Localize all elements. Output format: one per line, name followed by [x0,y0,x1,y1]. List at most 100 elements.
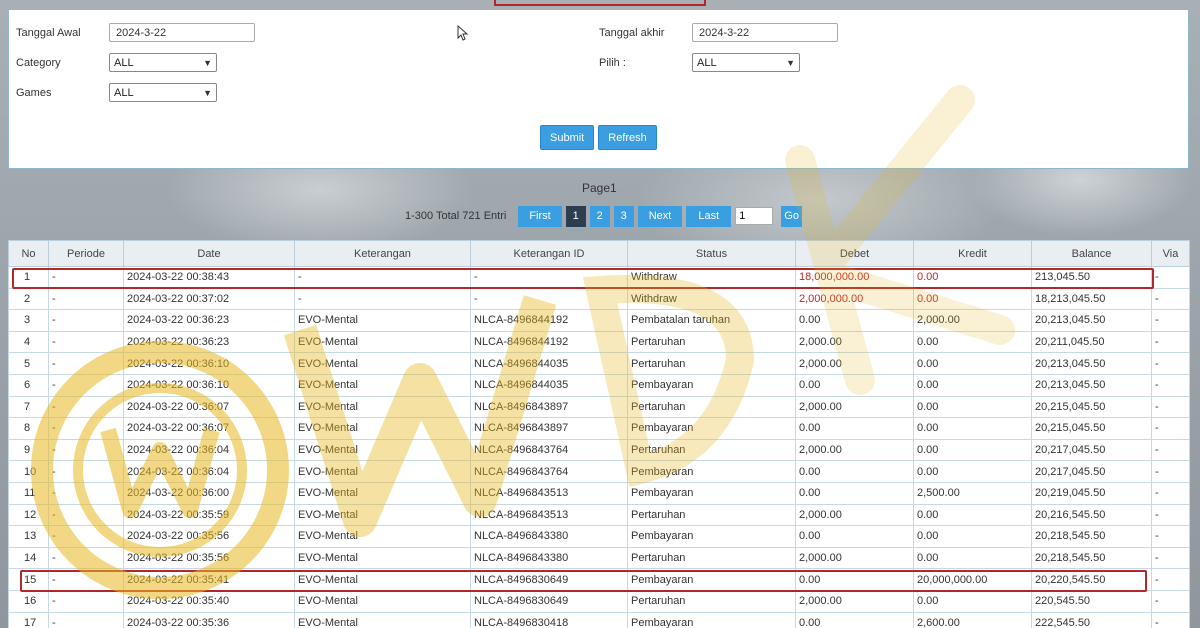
cell-keterangan: EVO-Mental [294,417,471,440]
page-2-button[interactable]: 2 [589,205,610,227]
cell-periode: - [48,481,124,505]
page-jump-input[interactable] [735,207,774,225]
cell-debet: 0.00 [795,568,914,591]
cell-periode: - [48,503,124,527]
chevron-down-icon: ▼ [786,57,795,68]
cell-via: - [1151,589,1190,613]
next-page-button[interactable]: Next [637,205,683,227]
cell-no: 2 [8,287,49,311]
cell-balance: 20,213,045.50 [1031,309,1152,332]
submit-button[interactable]: Submit [540,125,595,150]
table-row: 3-2024-03-22 00:36:23 EVO-Mental NLCA-8496… [8,309,1190,332]
cell-keterangan-id: NLCA-8496844192 [470,330,628,354]
cell-keterangan: EVO-Mental [294,438,471,462]
chevron-down-icon: ▼ [203,87,212,98]
cell-no: 7 [8,395,49,419]
cell-kredit: 0.00 [913,546,1032,570]
cell-kredit: 0.00 [913,417,1032,440]
table-row: 1-2024-03-22 00:38:43- - Withdraw 18,000,00… [8,266,1190,289]
cell-keterangan: EVO-Mental [294,525,471,548]
cell-date: 2024-03-22 00:35:59 [123,503,295,527]
tanggal-awal-input[interactable] [109,23,255,42]
cell-periode: - [48,438,124,462]
last-page-button[interactable]: Last [686,205,732,227]
go-button[interactable]: Go [781,205,803,227]
pagination-bar: 1-300 Total 721 Entri First 1 2 3 Next L… [405,205,803,227]
table-row: 2-2024-03-22 00:37:02- - Withdraw 2,000,000… [8,287,1190,311]
cell-date: 2024-03-22 00:35:56 [123,546,295,570]
cell-date: 2024-03-22 00:36:23 [123,330,295,354]
category-select[interactable]: ALL ▼ [109,53,217,72]
cell-no: 13 [8,525,49,548]
cell-kredit: 0.00 [913,373,1032,397]
table-row: 5-2024-03-22 00:36:10 EVO-Mental NLCA-8496… [8,352,1190,375]
cell-date: 2024-03-22 00:35:41 [123,568,295,591]
cell-periode: - [48,352,124,375]
page-3-button[interactable]: 3 [613,205,634,227]
cell-keterangan: EVO-Mental [294,611,471,628]
cell-periode: - [48,568,124,591]
page-1-button[interactable]: 1 [565,205,586,227]
cell-keterangan-id: NLCA-8496844035 [470,373,628,397]
cell-status: Pertaruhan [627,503,796,527]
category-select-value: ALL [114,56,134,69]
cell-status: Withdraw [627,287,796,311]
cell-status: Pertaruhan [627,352,796,375]
cell-balance: 20,215,045.50 [1031,395,1152,419]
cell-date: 2024-03-22 00:36:07 [123,417,295,440]
top-highlight-box [494,0,706,6]
cell-keterangan-id: NLCA-8496830649 [470,589,628,613]
chevron-down-icon: ▼ [203,57,212,68]
games-select[interactable]: ALL ▼ [109,83,217,102]
cell-kredit: 2,600.00 [913,611,1032,628]
cell-balance: 20,218,545.50 [1031,525,1152,548]
cell-via: - [1151,546,1190,570]
cell-keterangan-id: NLCA-8496830418 [470,611,628,628]
cell-debet: 2,000.00 [795,503,914,527]
cell-keterangan: EVO-Mental [294,352,471,375]
table-row: 8-2024-03-22 00:36:07 EVO-Mental NLCA-8496… [8,417,1190,440]
cell-debet: 2,000.00 [795,352,914,375]
col-header: Keterangan ID [470,240,628,267]
cell-balance: 20,218,545.50 [1031,546,1152,570]
cell-via: - [1151,330,1190,354]
cell-keterangan-id: NLCA-8496843380 [470,525,628,548]
cell-status: Pertaruhan [627,330,796,354]
cell-balance: 20,216,545.50 [1031,503,1152,527]
category-row: Category ALL ▼ [16,53,217,72]
cell-no: 17 [8,611,49,628]
cell-balance: 20,211,045.50 [1031,330,1152,354]
col-header: Date [123,240,295,267]
category-label: Category [16,56,61,69]
tanggal-akhir-label: Tanggal akhir [599,26,665,39]
cell-no: 15 [8,568,49,591]
col-header: Debet [795,240,914,267]
cell-keterangan-id: - [470,266,628,289]
first-page-button[interactable]: First [518,205,562,227]
page-label: Page1 [582,181,617,195]
cell-status: Pembatalan taruhan [627,309,796,332]
pilih-row: Pilih : ALL ▼ [599,53,800,72]
cell-via: - [1151,373,1190,397]
cell-keterangan-id: NLCA-8496843380 [470,546,628,570]
cell-balance: 20,217,045.50 [1031,460,1152,483]
cell-keterangan-id: - [470,287,628,311]
table-row: 13-2024-03-22 00:35:56 EVO-Mental NLCA-849… [8,525,1190,548]
cell-via: - [1151,352,1190,375]
pilih-label: Pilih : [599,56,626,69]
cell-periode: - [48,611,124,628]
pilih-select[interactable]: ALL ▼ [692,53,800,72]
cell-status: Pembayaran [627,481,796,505]
cell-kredit: 2,500.00 [913,481,1032,505]
tanggal-awal-row: Tanggal Awal [16,23,255,42]
cell-periode: - [48,525,124,548]
transactions-table-wrap: No Periode Date Keterangan Keterangan ID… [8,240,1190,628]
cell-keterangan-id: NLCA-8496843764 [470,438,628,462]
refresh-button[interactable]: Refresh [598,125,657,150]
cell-via: - [1151,309,1190,332]
cell-date: 2024-03-22 00:36:07 [123,395,295,419]
cell-via: - [1151,287,1190,311]
cell-via: - [1151,460,1190,483]
cell-periode: - [48,287,124,311]
tanggal-akhir-input[interactable] [692,23,838,42]
